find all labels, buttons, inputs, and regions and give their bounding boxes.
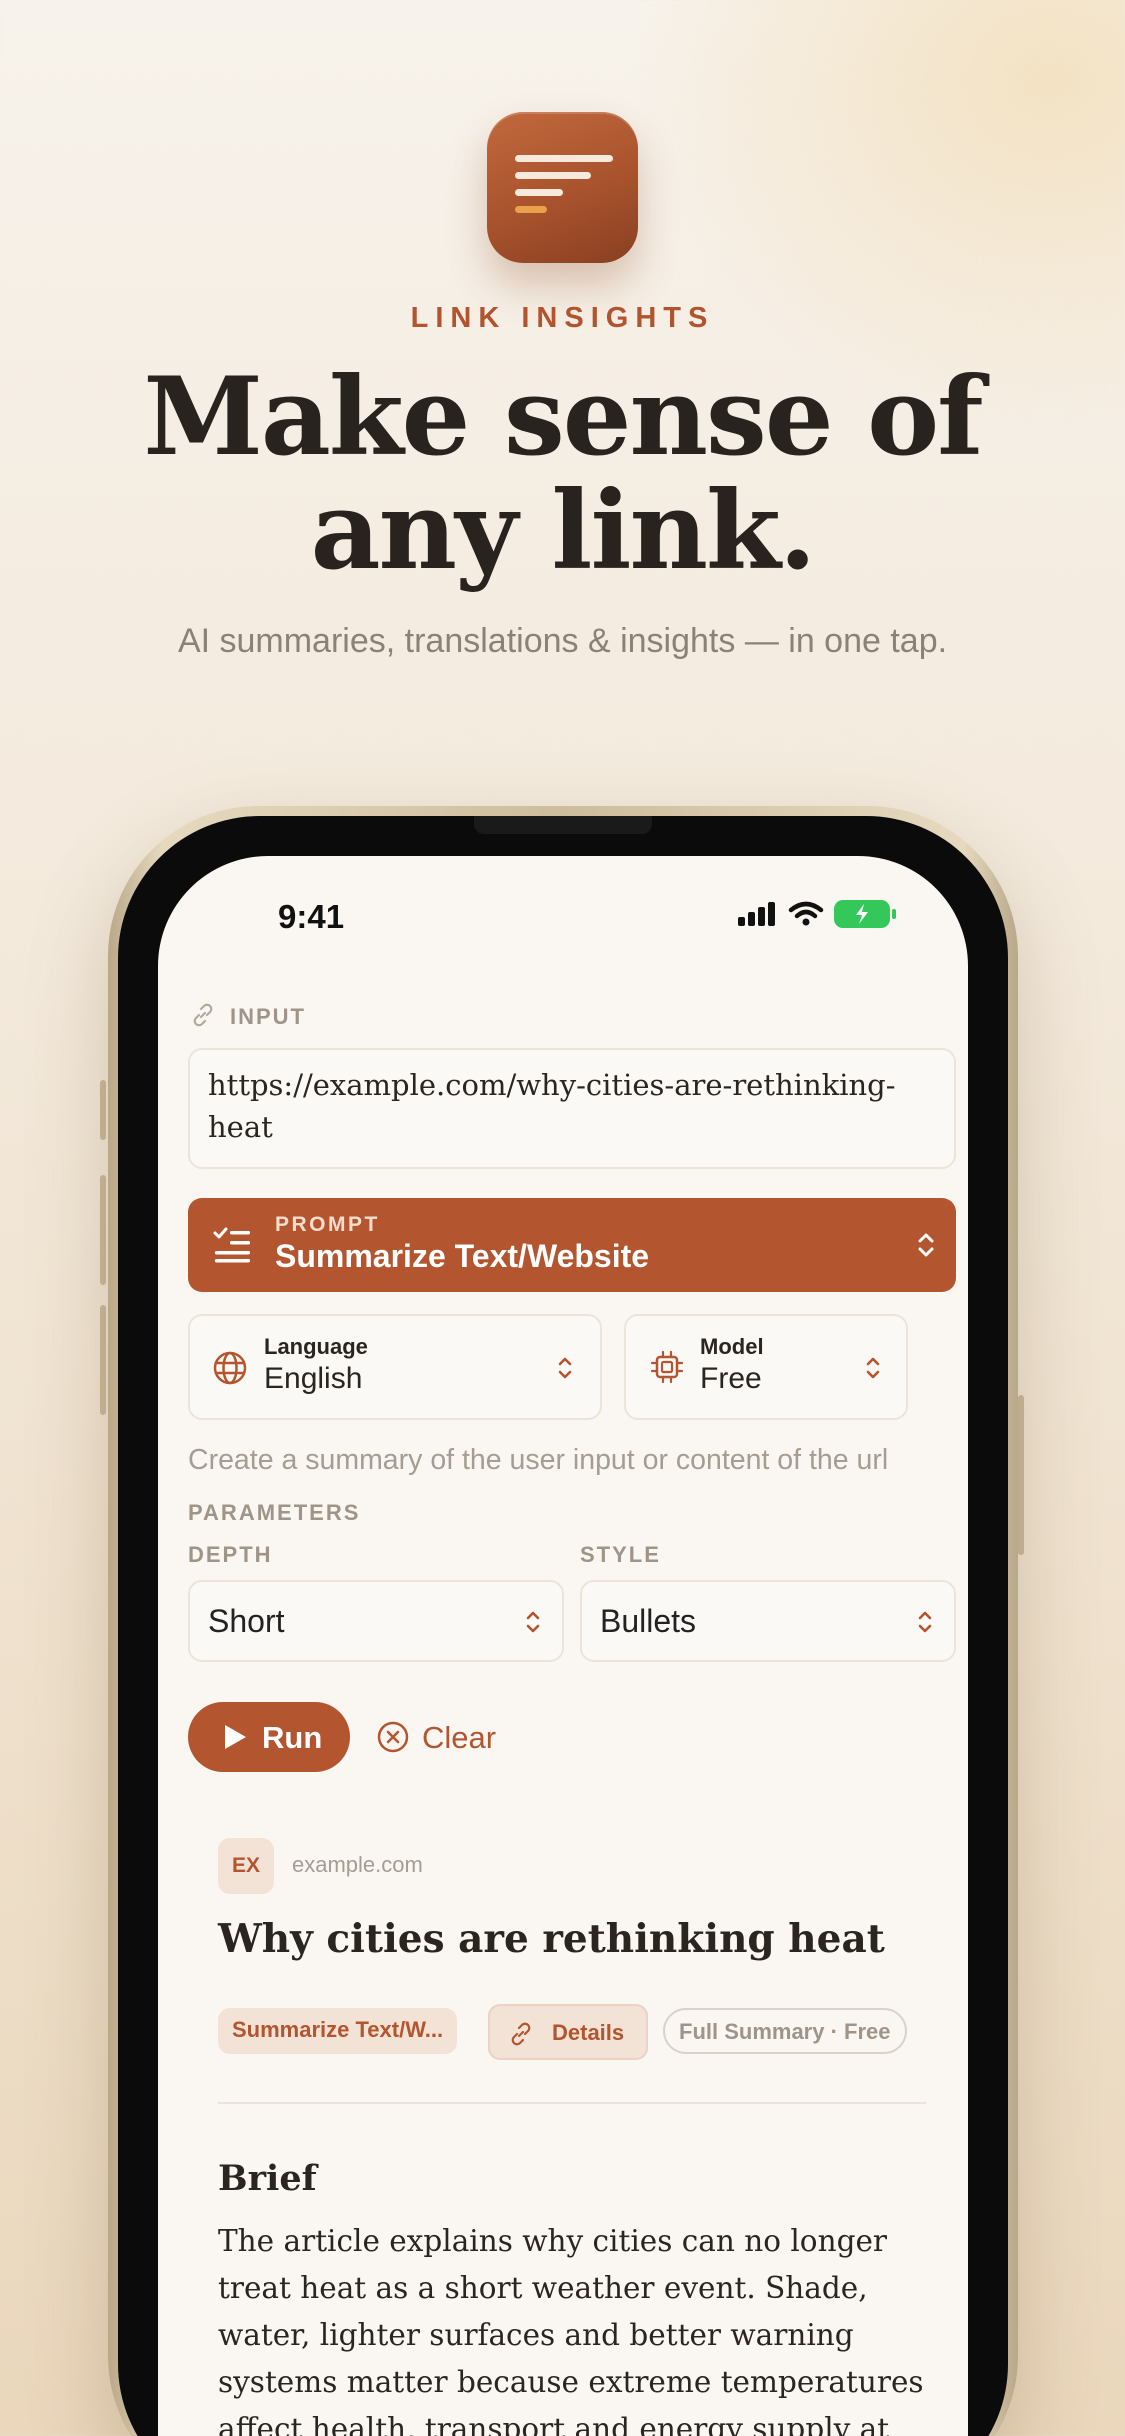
subline: AI summaries, translations & insights — … [177, 622, 948, 660]
url-input[interactable]: https://example.com/why-cities-are-rethi… [188, 1048, 956, 1169]
result-domain: example.com [292, 1852, 423, 1877]
app-icon [487, 112, 638, 263]
language-label: Language [264, 1334, 368, 1359]
chevron-updown-icon [918, 1611, 932, 1633]
run-label: Run [262, 1720, 323, 1755]
phone-volume-down [100, 1305, 106, 1415]
depth-value: Short [208, 1603, 285, 1639]
link-icon [511, 2022, 531, 2046]
section-title: Brief [218, 2158, 317, 2199]
phone-screen: 9:41 INPUT https://example.com/why-citie… [158, 856, 968, 2436]
checklist-icon [213, 1227, 250, 1263]
input-label: INPUT [230, 1004, 306, 1029]
phone-speaker [474, 816, 652, 834]
depth-label: DEPTH [188, 1542, 273, 1567]
run-button[interactable]: Run [188, 1702, 350, 1772]
headline: Make sense of any link. [0, 360, 1125, 588]
chip-icon [650, 1350, 684, 1384]
model-selector[interactable]: Model Free [624, 1314, 908, 1420]
phone-frame: 9:41 INPUT https://example.com/why-citie… [108, 806, 1018, 2436]
phone-bezel: 9:41 INPUT https://example.com/why-citie… [118, 816, 1008, 2436]
wifi-icon [788, 901, 824, 926]
favicon: EX [218, 1838, 274, 1894]
style-select[interactable]: Bullets [580, 1580, 956, 1662]
result-title: Why cities are rethinking heat [218, 1916, 885, 1962]
status-icons [738, 900, 896, 928]
clear-button[interactable]: Clear [360, 1702, 506, 1772]
globe-icon [213, 1351, 247, 1385]
language-value: English [264, 1362, 363, 1395]
prompt-value: Summarize Text/Website [275, 1238, 650, 1274]
style-label: STYLE [580, 1542, 661, 1567]
prompt-selector[interactable]: PROMPT Summarize Text/Website [188, 1198, 956, 1292]
summary-meta-chip: Full Summary · Free [663, 2008, 907, 2054]
chevron-updown-icon [918, 1233, 934, 1257]
result-body: The article explains why cities can no l… [218, 2224, 924, 2436]
model-label: Model [700, 1334, 764, 1359]
parameters-label: PARAMETERS [188, 1500, 361, 1525]
close-circle-icon [377, 1721, 409, 1753]
headline-line-2: any link. [310, 468, 817, 594]
prompt-description: Create a summary of the user input or co… [188, 1444, 889, 1476]
style-value: Bullets [600, 1603, 697, 1639]
play-icon [225, 1725, 246, 1749]
model-value: Free [700, 1362, 762, 1395]
prompt-chip: Summarize Text/W... [218, 2008, 458, 2054]
depth-select[interactable]: Short [188, 1580, 564, 1662]
battery-icon [834, 900, 896, 928]
headline-line-1: Make sense of [143, 354, 983, 480]
phone-side-button [100, 1080, 106, 1140]
details-label: Details [552, 2020, 625, 2045]
language-selector[interactable]: Language English [188, 1314, 602, 1420]
link-icon [193, 1003, 213, 1027]
chevron-updown-icon [558, 1357, 572, 1379]
app-name: LINK INSIGHTS [410, 302, 715, 334]
prompt-label: PROMPT [275, 1213, 380, 1236]
divider [218, 2102, 926, 2104]
cellular-icon [738, 902, 775, 926]
clear-label: Clear [422, 1720, 497, 1755]
status-time: 9:41 [278, 898, 345, 935]
phone-volume-up [100, 1175, 106, 1285]
phone-power-button [1018, 1395, 1024, 1555]
chevron-updown-icon [866, 1357, 880, 1379]
details-button[interactable]: Details [488, 2004, 648, 2060]
chevron-updown-icon [526, 1611, 540, 1633]
